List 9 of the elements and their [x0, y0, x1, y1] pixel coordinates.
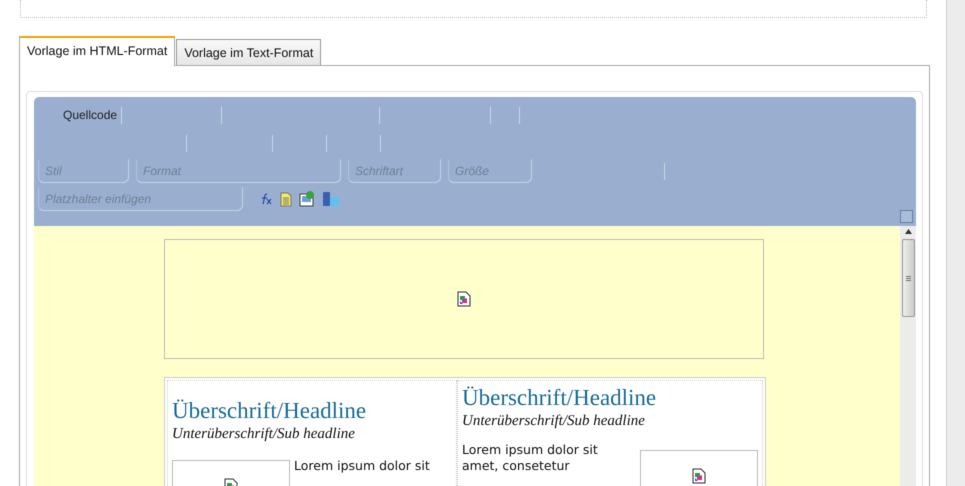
source-button[interactable]: Quellcode	[38, 108, 122, 122]
headline: Überschrift/Headline	[462, 385, 658, 411]
subheadline: Unterüberschrift/Sub headline	[462, 413, 646, 430]
body-text: Lorem ipsum dolor sit	[294, 458, 431, 474]
body-text: Lorem ipsum dolor sit amet, consetetur	[462, 442, 599, 474]
subheadline: Unterüberschrift/Sub headline	[172, 426, 356, 443]
tab[interactable]: Vorlage im Text-Format	[176, 39, 322, 65]
tab[interactable]: Vorlage im HTML-Format	[19, 36, 176, 66]
headline: Überschrift/Headline	[172, 398, 368, 424]
